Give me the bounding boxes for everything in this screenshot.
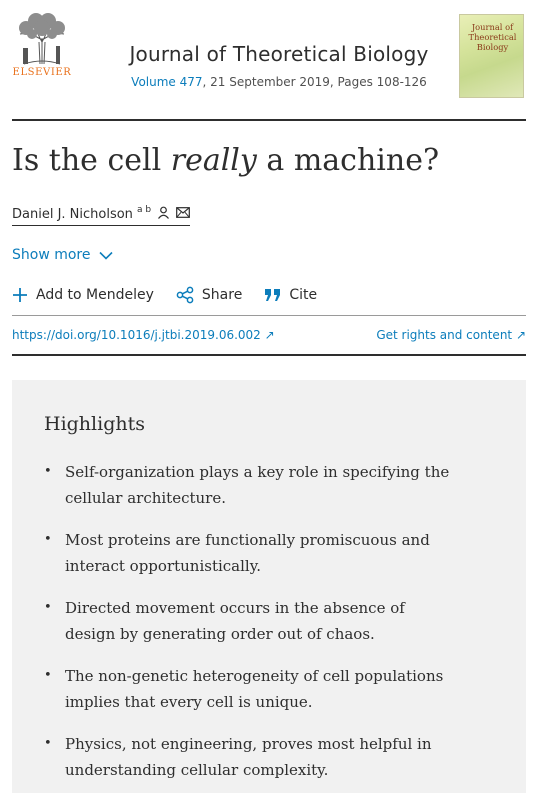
rights-link[interactable]: Get rights and content ↗ [376, 328, 526, 342]
journal-info: Journal of Theoretical Biology Volume 47… [102, 42, 456, 89]
divider [12, 119, 526, 121]
share-icon [176, 286, 194, 304]
elsevier-tree-logo-icon [19, 13, 65, 65]
divider [12, 315, 526, 316]
doi-link[interactable]: https://doi.org/10.1016/j.jtbi.2019.06.0… [12, 328, 275, 342]
highlights-heading: Highlights [44, 413, 145, 435]
author-affiliations: a b [136, 204, 152, 215]
author-link[interactable]: Daniel J. Nicholson a b [12, 204, 191, 226]
article-page: ELSEVIER Journal of Theoretical Biology … [0, 0, 539, 793]
mail-icon [176, 207, 190, 222]
issue-date-pages: , 21 September 2019, Pages 108-126 [202, 75, 427, 89]
cover-title-text: Journal of Theoretical Biology [468, 22, 517, 52]
share-label: Share [201, 287, 243, 303]
highlight-item: Self-organization plays a key role in sp… [44, 459, 454, 511]
chevron-down-icon [98, 251, 113, 260]
journal-title-link[interactable]: Journal of Theoretical Biology [102, 42, 456, 66]
plus-icon [13, 288, 27, 302]
elsevier-logo[interactable]: ELSEVIER [12, 12, 72, 78]
journal-meta: Volume 477, 21 September 2019, Pages 108… [102, 75, 456, 89]
divider [12, 354, 526, 356]
journal-header: ELSEVIER Journal of Theoretical Biology … [12, 12, 526, 102]
highlight-item: Directed movement occurs in the absence … [44, 595, 454, 647]
article-title: Is the cell really a machine? [12, 143, 439, 178]
highlight-item: Physics, not engineering, proves most he… [44, 731, 454, 783]
elsevier-wordmark: ELSEVIER [12, 67, 72, 78]
add-to-mendeley-button[interactable]: Add to Mendeley [12, 287, 154, 303]
show-more-label: Show more [12, 247, 91, 263]
article-actions: Add to Mendeley Share Cite [12, 286, 339, 304]
cite-button[interactable]: Cite [264, 287, 317, 303]
cite-label: Cite [289, 287, 318, 303]
mendeley-label: Add to Mendeley [36, 287, 154, 303]
share-button[interactable]: Share [176, 286, 242, 304]
person-icon [157, 206, 170, 223]
quote-icon [265, 289, 281, 301]
title-part: Is the cell [12, 143, 171, 178]
volume-link[interactable]: Volume 477 [131, 75, 202, 89]
highlight-item: Most proteins are functionally promiscuo… [44, 527, 454, 579]
journal-cover-image[interactable]: Journal of Theoretical Biology [459, 14, 524, 98]
show-more-button[interactable]: Show more [12, 247, 113, 263]
author-name: Daniel J. Nicholson [12, 207, 133, 222]
title-part: a machine? [256, 143, 440, 178]
highlight-item: The non-genetic heterogeneity of cell po… [44, 663, 454, 715]
title-emphasis: really [170, 143, 257, 178]
highlights-list: Self-organization plays a key role in sp… [44, 459, 454, 799]
highlights-panel: Highlights Self-organization plays a key… [12, 380, 526, 793]
